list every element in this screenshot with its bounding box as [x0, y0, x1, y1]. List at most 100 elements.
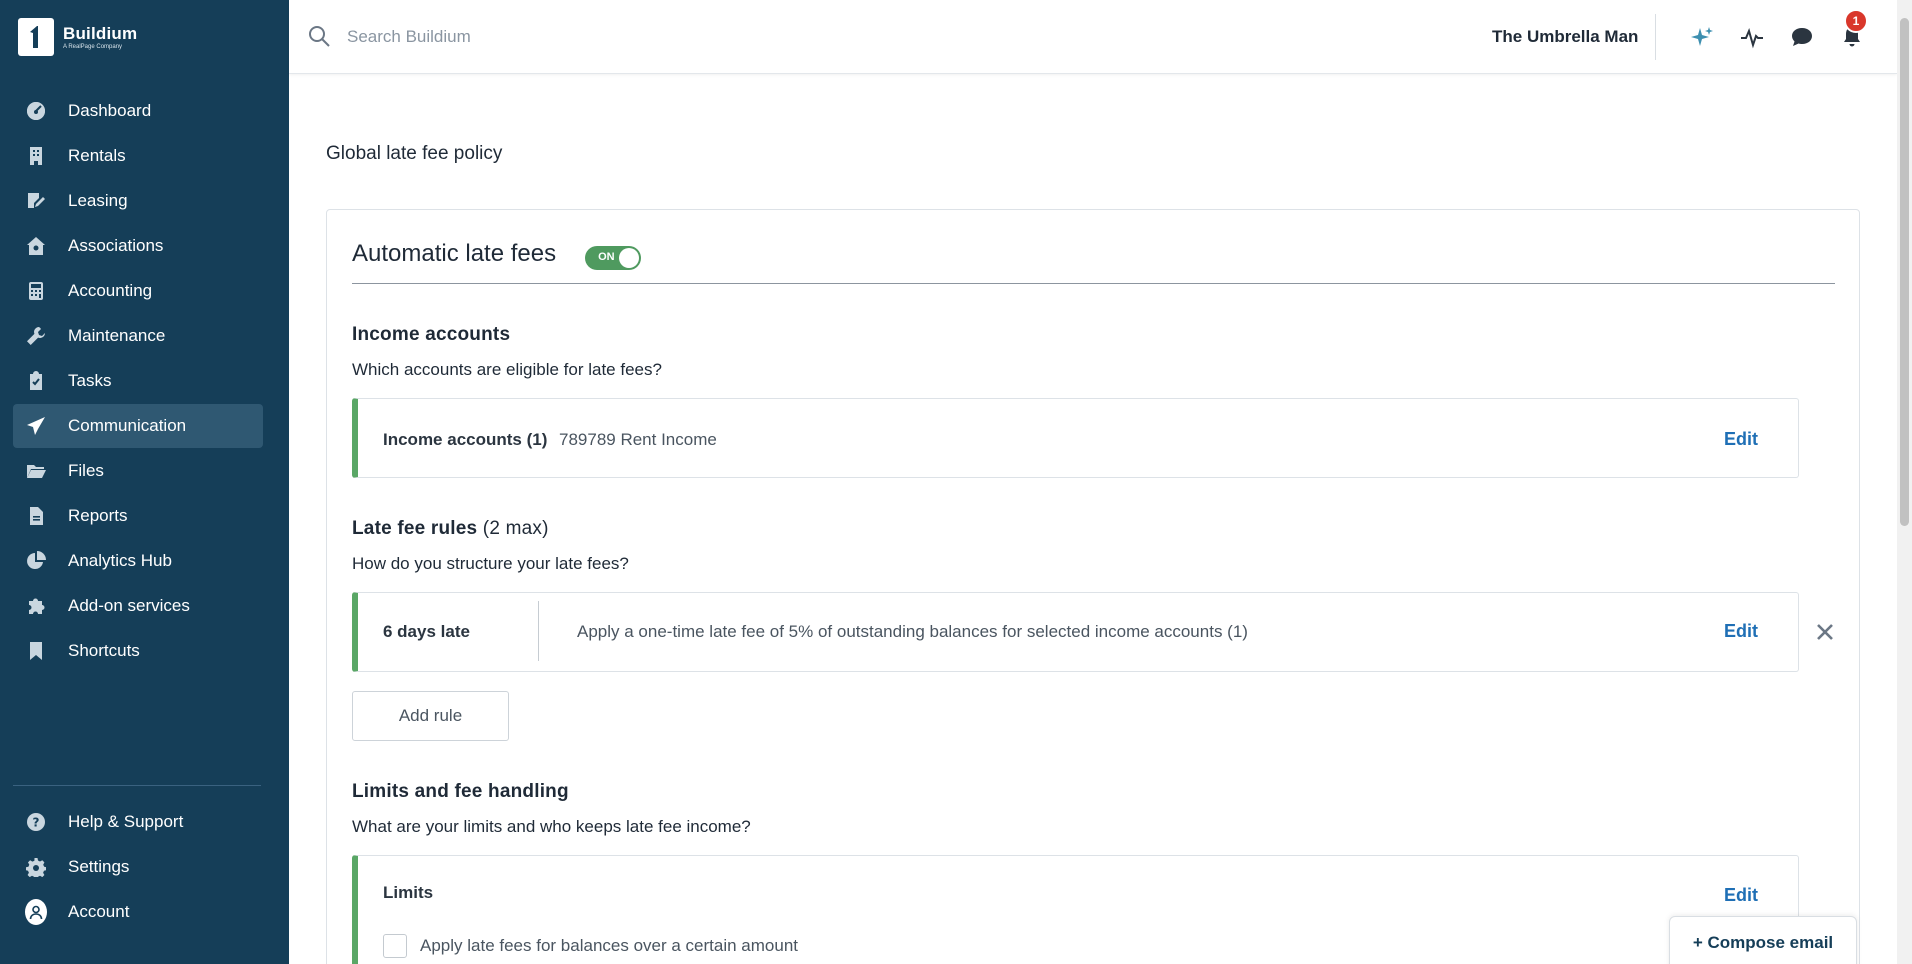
- bookmark-icon: [25, 640, 47, 662]
- org-name[interactable]: The Umbrella Man: [1492, 27, 1638, 47]
- card-header-divider: [352, 283, 1835, 284]
- income-accounts-value: 789789 Rent Income: [559, 430, 717, 449]
- sparkle-icon[interactable]: [1689, 24, 1715, 50]
- edit-rule-link[interactable]: Edit: [1724, 621, 1758, 642]
- late-fee-rules-title-text: Late fee rules: [352, 518, 478, 539]
- late-fee-rules-title: Late fee rules (2 max): [352, 518, 549, 540]
- late-fee-card: Automatic late fees ON Income accounts W…: [326, 209, 1860, 964]
- sidebar-item-settings[interactable]: Settings: [13, 845, 263, 889]
- sidebar-item-communication[interactable]: Communication: [13, 404, 263, 448]
- sidebar-item-leasing[interactable]: Leasing: [13, 179, 263, 223]
- main-nav: Dashboard Rentals Leasing Associations A…: [13, 89, 263, 674]
- sidebar-item-analytics-hub[interactable]: Analytics Hub: [13, 539, 263, 583]
- limits-box: Limits Edit Apply late fees for balances…: [352, 855, 1799, 964]
- activity-icon[interactable]: [1739, 24, 1765, 50]
- sidebar-item-tasks[interactable]: Tasks: [13, 359, 263, 403]
- sidebar-item-label: Communication: [68, 416, 187, 435]
- sidebar-item-label: Leasing: [68, 191, 128, 210]
- sidebar-item-label: Rentals: [68, 146, 126, 165]
- search-icon: [307, 24, 331, 48]
- buildium-logo[interactable]: Buildium A RealPage Company: [18, 18, 137, 56]
- toggle-knob: [619, 248, 640, 268]
- page-scrollbar[interactable]: [1897, 0, 1912, 964]
- wrench-icon: [25, 325, 47, 347]
- help-icon: ?: [25, 811, 47, 833]
- balance-threshold-checkbox[interactable]: [383, 934, 407, 958]
- late-fee-rule-box: 6 days late Apply a one-time late fee of…: [352, 592, 1799, 672]
- sidebar-item-account[interactable]: Account: [13, 890, 263, 934]
- sidebar-item-accounting[interactable]: Accounting: [13, 269, 263, 313]
- late-fee-rules-desc: How do you structure your late fees?: [352, 554, 629, 573]
- association-icon: [25, 235, 47, 257]
- sidebar-item-add-on-services[interactable]: Add-on services: [13, 584, 263, 628]
- income-accounts-box: Income accounts (1) 789789 Rent Income E…: [352, 398, 1799, 478]
- income-accounts-label: Income accounts (1): [383, 430, 548, 449]
- add-rule-button[interactable]: Add rule: [352, 691, 509, 741]
- report-icon: [25, 505, 47, 527]
- toggle-label: ON: [598, 251, 615, 263]
- top-bar: The Umbrella Man 1: [289, 0, 1897, 74]
- sidebar-item-label: Accounting: [68, 281, 153, 300]
- sidebar-divider: [13, 785, 261, 786]
- edit-income-accounts-link[interactable]: Edit: [1724, 429, 1758, 450]
- sidebar-item-label: Shortcuts: [68, 641, 140, 660]
- sidebar-item-label: Add-on services: [68, 596, 190, 615]
- folder-icon: [25, 460, 47, 482]
- gear-icon: [25, 856, 47, 878]
- search-input[interactable]: [347, 20, 947, 54]
- sidebar-item-label: Tasks: [68, 371, 112, 390]
- sidebar-item-shortcuts[interactable]: Shortcuts: [13, 629, 263, 673]
- compose-email-button[interactable]: + Compose email: [1669, 916, 1857, 964]
- paper-plane-icon: [25, 415, 47, 437]
- rule-divider: [538, 601, 539, 661]
- income-accounts-title: Income accounts: [352, 324, 511, 345]
- balance-threshold-label: Apply late fees for balances over a cert…: [420, 936, 798, 955]
- sidebar-item-label: Settings: [68, 857, 130, 876]
- sidebar-item-label: Analytics Hub: [68, 551, 172, 570]
- sidebar-item-files[interactable]: Files: [13, 449, 263, 493]
- scrollbar-thumb[interactable]: [1900, 18, 1909, 526]
- limits-label: Limits: [383, 883, 434, 902]
- rule-days-late: 6 days late: [383, 622, 470, 641]
- brand-tagline: A RealPage Company: [63, 43, 123, 50]
- chat-icon[interactable]: [1789, 24, 1815, 50]
- page-title: Global late fee policy: [326, 143, 503, 164]
- sidebar-item-label: Help & Support: [68, 812, 184, 831]
- sidebar-item-label: Associations: [68, 236, 164, 255]
- puzzle-icon: [25, 595, 47, 617]
- limits-title: Limits and fee handling: [352, 781, 569, 802]
- edit-limits-link[interactable]: Edit: [1724, 885, 1758, 906]
- sidebar-item-maintenance[interactable]: Maintenance: [13, 314, 263, 358]
- sidebar-item-label: Files: [68, 461, 104, 480]
- lease-icon: [25, 190, 47, 212]
- sidebar-item-label: Account: [68, 902, 130, 921]
- logo-mark: [18, 18, 54, 56]
- card-title: Automatic late fees: [352, 240, 557, 267]
- sidebar: Buildium A RealPage Company Dashboard Re…: [0, 0, 289, 964]
- pie-chart-icon: [25, 550, 47, 572]
- account-icon: [25, 899, 47, 925]
- sidebar-item-help-support[interactable]: ? Help & Support: [13, 800, 263, 844]
- sidebar-bottom-nav: ? Help & Support Settings Account: [13, 800, 263, 935]
- automatic-late-fees-toggle[interactable]: ON: [585, 246, 642, 270]
- rule-description: Apply a one-time late fee of 5% of outst…: [577, 622, 1248, 641]
- sidebar-item-associations[interactable]: Associations: [13, 224, 263, 268]
- svg-text:?: ?: [33, 816, 40, 830]
- sidebar-item-rentals[interactable]: Rentals: [13, 134, 263, 178]
- sidebar-item-label: Maintenance: [68, 326, 166, 345]
- notification-badge: 1: [1844, 9, 1868, 33]
- remove-rule-icon[interactable]: [1815, 622, 1837, 644]
- income-accounts-desc: Which accounts are eligible for late fee…: [352, 360, 662, 379]
- late-fee-rules-max: (2 max): [482, 518, 549, 539]
- calculator-icon: [25, 280, 47, 302]
- sidebar-item-reports[interactable]: Reports: [13, 494, 263, 538]
- dashboard-icon: [25, 100, 47, 122]
- brand-name: Buildium: [63, 23, 138, 43]
- card-header: Automatic late fees ON: [352, 240, 642, 270]
- sidebar-item-dashboard[interactable]: Dashboard: [13, 89, 263, 133]
- logo-text: Buildium A RealPage Company: [63, 25, 137, 50]
- topbar-divider: [1655, 14, 1656, 60]
- building-icon: [25, 145, 47, 167]
- avatar: [25, 899, 47, 925]
- clipboard-icon: [25, 370, 47, 392]
